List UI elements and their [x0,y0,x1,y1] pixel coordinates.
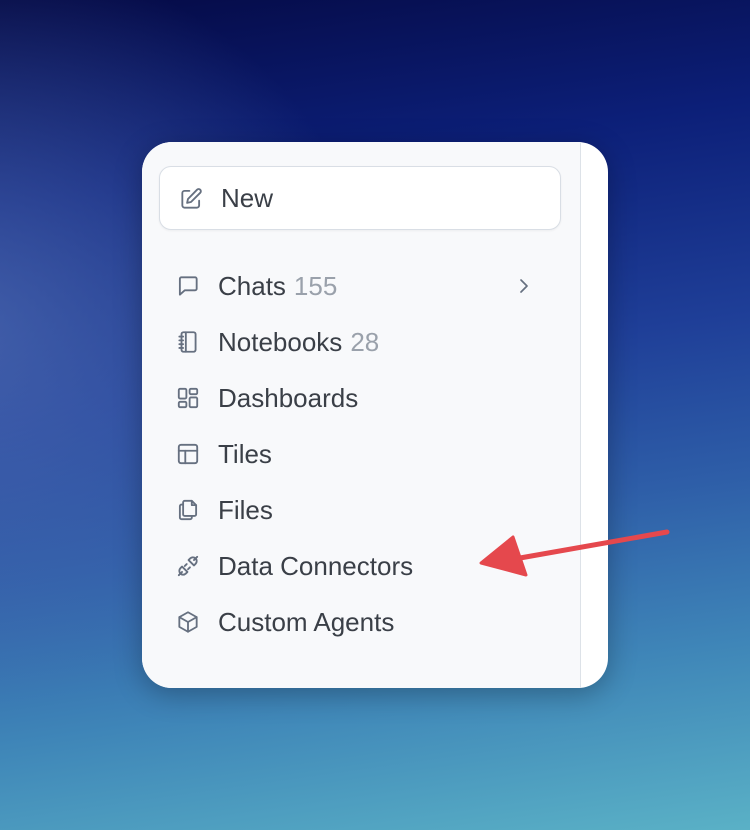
plug-icon [177,555,199,577]
sidebar-item-label: Custom Agents [218,606,395,637]
sidebar-item-label: Notebooks 28 [218,326,380,357]
sidebar-item-chats[interactable]: Chats 155 [142,258,580,314]
chat-bubble-icon [178,276,198,296]
files-copy-icon [178,499,198,521]
navigation-panel: New Chats 155 Notebooks 28 Dashboards Ti… [142,142,608,688]
layout-tiles-icon [177,443,199,465]
sidebar-item-data-connectors[interactable]: Data Connectors [142,538,580,594]
sidebar-nav: Chats 155 Notebooks 28 Dashboards Tiles … [142,258,580,650]
new-button[interactable]: New [159,166,561,230]
sidebar: New Chats 155 Notebooks 28 Dashboards Ti… [142,142,581,688]
notebook-icon [178,331,197,353]
sidebar-item-label: Tiles [218,438,272,469]
notebooks-count: 28 [350,326,380,357]
sidebar-item-dashboards[interactable]: Dashboards [142,370,580,426]
sidebar-item-label: Chats 155 [218,270,338,301]
sidebar-item-custom-agents[interactable]: Custom Agents [142,594,580,650]
chevron-right-icon[interactable] [512,274,536,298]
sidebar-item-label: Files [218,494,273,525]
sidebar-item-files[interactable]: Files [142,482,580,538]
sidebar-item-tiles[interactable]: Tiles [142,426,580,482]
new-button-label: New [221,182,274,213]
dashboard-grid-icon [177,387,199,409]
sidebar-item-label: Dashboards [218,382,359,413]
chats-count: 155 [293,270,338,301]
cube-icon [178,611,198,633]
sidebar-item-notebooks[interactable]: Notebooks 28 [142,314,580,370]
sidebar-item-label: Data Connectors [218,550,414,581]
pencil-square-icon [181,188,202,209]
